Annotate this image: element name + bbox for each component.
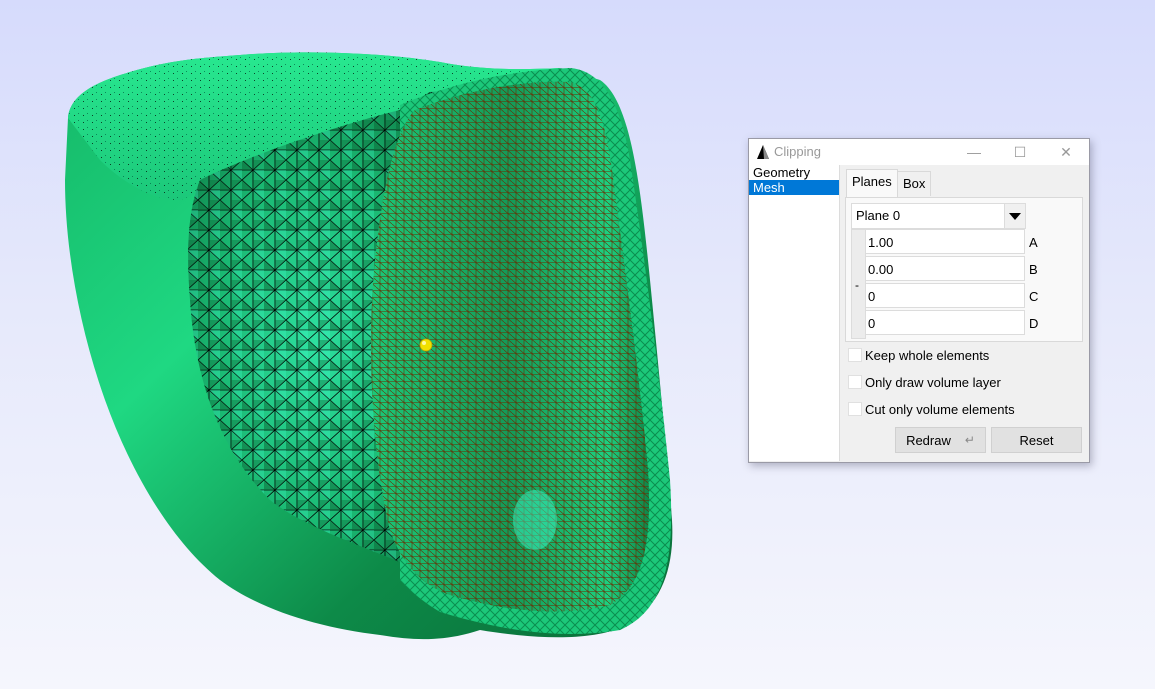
coef-d-value: 0 [868, 316, 876, 331]
close-button[interactable]: ✕ [1043, 139, 1089, 165]
tab-box[interactable]: Box [897, 171, 932, 196]
chevron-down-icon[interactable] [1004, 204, 1025, 228]
coef-b-input[interactable]: 0.00 [865, 256, 1025, 281]
redraw-button[interactable]: Redraw ↵ [895, 427, 986, 453]
nav-item-mesh[interactable]: Mesh [749, 180, 839, 195]
clipping-dialog: Clipping — ☐ ✕ Geometry Mesh Planes Box … [748, 138, 1090, 463]
reset-button[interactable]: Reset [991, 427, 1082, 453]
coef-c-label: C [1029, 289, 1039, 304]
coef-d-label: D [1029, 316, 1039, 331]
minimize-icon: — [967, 144, 981, 160]
reset-label: Reset [1019, 432, 1054, 448]
title-bar[interactable]: Clipping — ☐ ✕ [749, 139, 1089, 165]
3d-viewport[interactable] [0, 0, 740, 689]
maximize-icon: ☐ [1013, 143, 1027, 160]
coef-c-input[interactable]: 0 [865, 283, 1025, 308]
coef-d-input[interactable]: 0 [865, 310, 1025, 335]
enter-icon: ↵ [964, 433, 975, 447]
category-list[interactable]: Geometry Mesh [749, 165, 840, 461]
checkbox-box[interactable] [848, 402, 862, 416]
minimize-button[interactable]: — [951, 139, 997, 165]
coef-c-value: 0 [868, 289, 876, 304]
close-icon: ✕ [1060, 143, 1072, 160]
plane-select[interactable]: Plane 0 [851, 203, 1026, 229]
redraw-label: Redraw [906, 432, 951, 448]
app-icon [757, 145, 769, 159]
cut-only-volume-elements-checkbox[interactable]: Cut only volume elements [848, 401, 1015, 417]
spinner-label: - [855, 278, 859, 292]
checkbox-label: Only draw volume layer [865, 374, 1001, 390]
tab-planes[interactable]: Planes [846, 169, 898, 197]
coef-b-label: B [1029, 262, 1038, 277]
maximize-button[interactable]: ☐ [997, 139, 1043, 165]
keep-whole-elements-checkbox[interactable]: Keep whole elements [848, 347, 989, 363]
coef-b-value: 0.00 [868, 262, 894, 277]
plane-select-value: Plane 0 [856, 208, 901, 223]
checkbox-box[interactable] [848, 375, 862, 389]
plane-spinner[interactable]: - [851, 229, 866, 339]
checkbox-label: Keep whole elements [865, 347, 990, 363]
coef-a-label: A [1029, 235, 1038, 250]
planes-panel: Plane 0 - 1.00 A 0.00 B 0 C 0 D [845, 197, 1083, 342]
coef-a-input[interactable]: 1.00 [865, 229, 1025, 254]
nav-item-geometry[interactable]: Geometry [749, 165, 839, 180]
coef-a-value: 1.00 [868, 235, 894, 250]
only-draw-volume-layer-checkbox[interactable]: Only draw volume layer [848, 374, 1001, 390]
mesh-render [65, 52, 673, 640]
checkbox-label: Cut only volume elements [865, 401, 1015, 417]
dialog-title: Clipping [774, 144, 821, 159]
marker-sphere [419, 338, 433, 352]
checkbox-box[interactable] [848, 348, 862, 362]
